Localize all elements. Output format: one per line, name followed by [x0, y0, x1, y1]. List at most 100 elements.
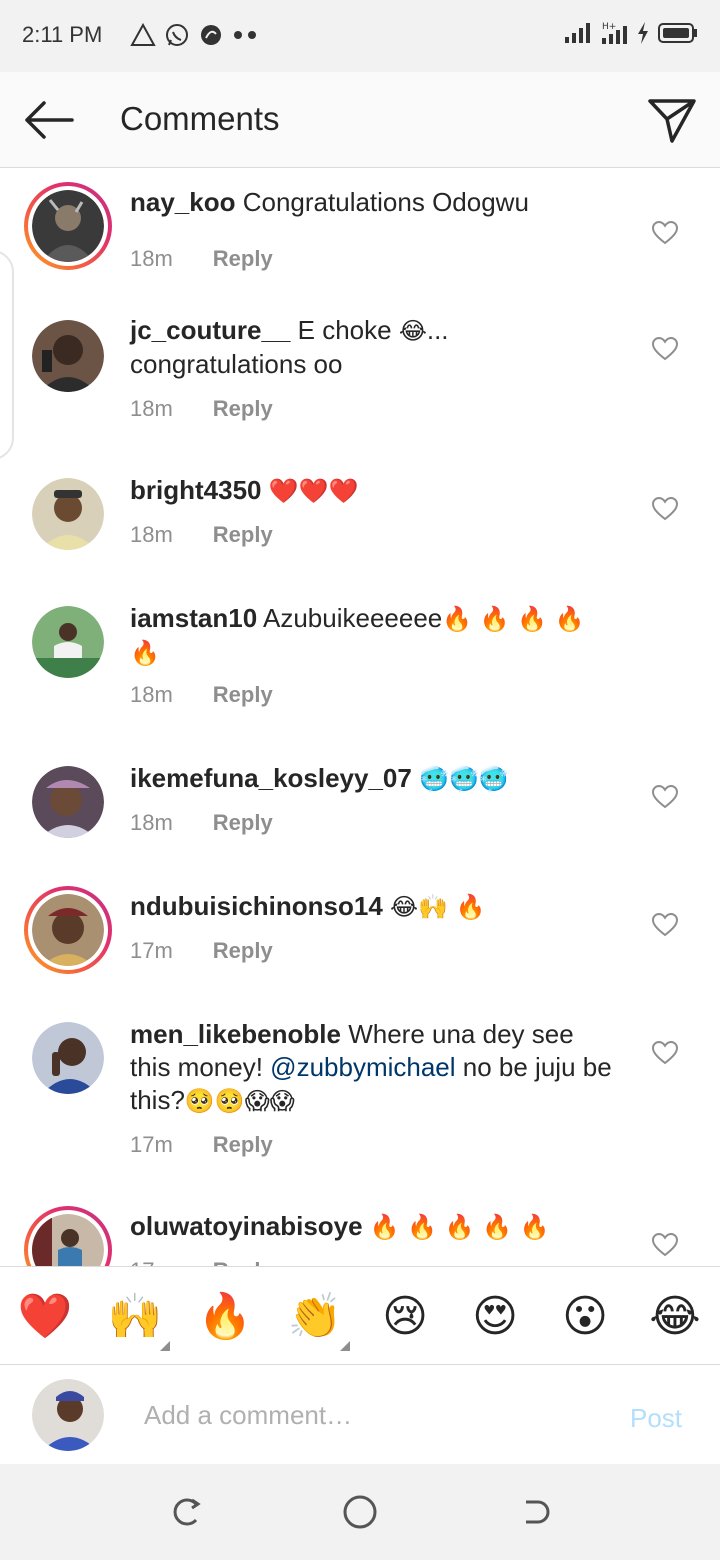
comments-list[interactable]: nay_koo Congratulations Odogwu 18m Reply… — [0, 170, 720, 1266]
comment-text: iamstan10 Azubuikeeeeee🔥 🔥 🔥 🔥 🔥 — [130, 602, 620, 670]
recents-button[interactable] — [166, 1492, 206, 1532]
like-button[interactable] — [650, 494, 680, 524]
add-comment-bar: Post — [0, 1364, 720, 1464]
like-button[interactable] — [650, 1230, 680, 1260]
comment-emojis: ❤️❤️❤️ — [268, 477, 359, 505]
comment-username[interactable]: oluwatoyinabisoye — [130, 1211, 363, 1241]
status-icons-right: H+ — [564, 20, 698, 46]
emoji-surprised[interactable]: 😮 — [556, 1287, 614, 1345]
avatar[interactable] — [32, 1022, 104, 1094]
story-ring[interactable] — [24, 1206, 112, 1266]
comment-time: 18m — [130, 396, 173, 421]
comment-text: bright4350 ❤️❤️❤️ — [130, 474, 620, 508]
comment-meta: 17m Reply — [130, 938, 273, 964]
comment-username[interactable]: bright4350 — [130, 475, 262, 505]
comment-meta: 17m Reply — [130, 1132, 273, 1158]
avatar[interactable] — [32, 478, 104, 550]
network-icon: H+ — [602, 22, 627, 44]
comment-time: 18m — [130, 810, 173, 835]
comment-item: bright4350 ❤️❤️❤️ 18m Reply — [0, 470, 720, 598]
reply-button[interactable]: Reply — [213, 810, 273, 836]
comment-emojis: 🥺🥺😱😱 — [184, 1087, 295, 1115]
heart-outline-icon — [652, 1041, 678, 1065]
comment-username[interactable]: men_likebenoble — [130, 1019, 341, 1049]
skin-tone-indicator — [160, 1341, 170, 1351]
reply-button[interactable]: Reply — [213, 938, 273, 964]
avatar — [32, 894, 104, 966]
like-button[interactable] — [650, 782, 680, 812]
comment-text: jc_couture__ E choke 😂... congratulation… — [130, 314, 620, 381]
comment-username[interactable]: jc_couture__ — [130, 315, 290, 345]
comment-text: oluwatoyinabisoye 🔥 🔥 🔥 🔥 🔥 — [130, 1210, 620, 1244]
comment-input[interactable] — [144, 1395, 584, 1435]
story-ring[interactable] — [24, 182, 112, 270]
reply-button[interactable]: Reply — [213, 1132, 273, 1158]
back-nav-icon — [526, 1500, 550, 1524]
emoji-heart-eyes[interactable]: 😍 — [466, 1287, 524, 1345]
reply-button[interactable]: Reply — [213, 682, 273, 708]
mention-link[interactable]: @zubbymichael — [270, 1052, 455, 1082]
comment-username[interactable]: nay_koo — [130, 187, 236, 217]
page-title: Comments — [120, 100, 280, 137]
comment-meta: 17m Reply — [130, 1258, 273, 1266]
comment-time: 18m — [130, 246, 173, 271]
comment-emojis: 😂🙌 🔥 — [390, 893, 486, 921]
comment-item: jc_couture__ E choke 😂... congratulation… — [0, 310, 720, 470]
current-user-avatar — [32, 1379, 104, 1451]
heart-outline-icon — [652, 913, 678, 937]
back-nav-button[interactable] — [514, 1492, 554, 1532]
heart-outline-icon — [652, 1233, 678, 1257]
warning-icon — [130, 23, 156, 46]
like-button[interactable] — [650, 910, 680, 940]
avatar[interactable] — [32, 320, 104, 392]
comment-text: nay_koo Congratulations Odogwu — [130, 186, 620, 219]
emoji-crying[interactable]: 😢 — [376, 1287, 434, 1345]
skin-tone-indicator — [340, 1341, 350, 1351]
svg-text:H+: H+ — [602, 22, 616, 32]
post-button[interactable]: Post — [630, 1403, 682, 1434]
comment-item: nay_koo Congratulations Odogwu 18m Reply — [0, 182, 720, 302]
reply-button[interactable]: Reply — [213, 522, 273, 548]
reply-button[interactable]: Reply — [213, 396, 273, 422]
comment-time: 17m — [130, 1132, 173, 1157]
status-icons-left — [130, 22, 258, 48]
like-button[interactable] — [650, 334, 680, 364]
signal-icon — [565, 23, 590, 43]
comment-meta: 18m Reply — [130, 682, 273, 708]
recents-icon — [173, 1498, 201, 1526]
system-nav-bar — [0, 1464, 720, 1560]
comment-item: oluwatoyinabisoye 🔥 🔥 🔥 🔥 🔥 17m Reply — [0, 1206, 720, 1266]
reply-button[interactable]: Reply — [213, 1258, 273, 1266]
whatsapp-icon — [166, 24, 188, 46]
avatar[interactable] — [32, 766, 104, 838]
comment-emojis: 🔥 🔥 🔥 🔥 🔥 — [369, 1213, 550, 1241]
comment-text: men_likebenoble Where una dey see this m… — [130, 1018, 620, 1118]
comment-meta: 18m Reply — [130, 810, 273, 836]
comment-username[interactable]: ndubuisichinonso14 — [130, 891, 383, 921]
comment-body-part: E choke — [297, 315, 399, 345]
heart-outline-icon — [652, 221, 678, 245]
comment-username[interactable]: ikemefuna_kosleyy_07 — [130, 763, 412, 793]
comment-username[interactable]: iamstan10 — [130, 603, 257, 633]
emoji-raising-hands[interactable]: 🙌 — [106, 1287, 164, 1345]
story-ring[interactable] — [24, 886, 112, 974]
like-button[interactable] — [650, 1038, 680, 1068]
status-bar: 2:11 PM H+ — [0, 0, 720, 72]
comment-time: 17m — [130, 938, 173, 963]
emoji-heart[interactable]: ❤️ — [16, 1287, 74, 1345]
emoji-laughing[interactable]: 😂 — [646, 1287, 704, 1345]
comment-time: 18m — [130, 522, 173, 547]
comment-body: Azubuikeeeeee — [262, 603, 443, 633]
emoji-fire[interactable]: 🔥 — [196, 1287, 254, 1345]
direct-send-icon — [648, 99, 696, 143]
back-button[interactable] — [20, 96, 76, 144]
emoji-clapping[interactable]: 👏 — [286, 1287, 344, 1345]
avatar[interactable] — [32, 606, 104, 678]
like-button[interactable] — [650, 218, 680, 248]
send-direct-button[interactable] — [644, 94, 700, 146]
home-button[interactable] — [340, 1492, 380, 1532]
header: Comments — [0, 72, 720, 168]
reply-button[interactable]: Reply — [213, 246, 273, 272]
avatar — [32, 1214, 104, 1266]
heart-outline-icon — [652, 785, 678, 809]
